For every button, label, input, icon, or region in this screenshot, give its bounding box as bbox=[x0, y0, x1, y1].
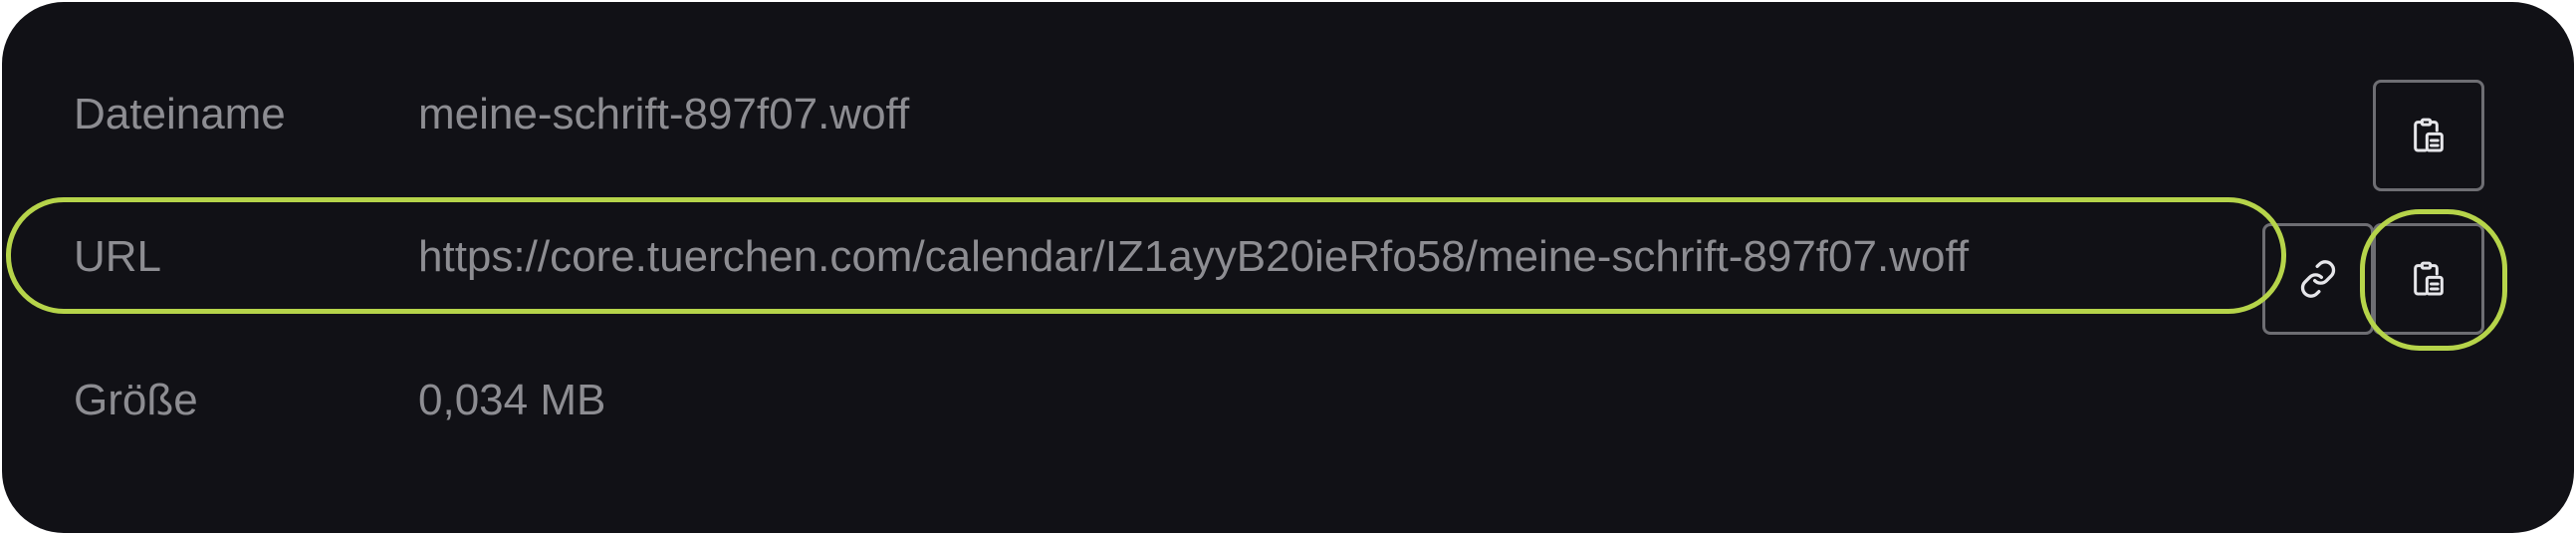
clipboard-copy-icon bbox=[2414, 118, 2444, 152]
filename-row: Dateiname meine-schrift-897f07.woff bbox=[2, 55, 2574, 174]
copy-url-button[interactable] bbox=[2373, 223, 2484, 335]
file-info-panel: Dateiname meine-schrift-897f07.woff URL … bbox=[2, 2, 2574, 533]
size-row: Größe 0,034 MB bbox=[2, 341, 2574, 460]
open-url-button[interactable] bbox=[2262, 223, 2374, 335]
copy-filename-button[interactable] bbox=[2373, 80, 2484, 191]
size-value: 0,034 MB bbox=[418, 376, 606, 424]
filename-label: Dateiname bbox=[74, 90, 286, 138]
filename-value: meine-schrift-897f07.woff bbox=[418, 90, 910, 138]
url-row: URL https://core.tuerchen.com/calendar/I… bbox=[2, 197, 2574, 317]
url-value: https://core.tuerchen.com/calendar/IZ1ay… bbox=[418, 232, 1970, 281]
size-label: Größe bbox=[74, 376, 198, 424]
clipboard-copy-icon bbox=[2414, 261, 2444, 296]
url-label: URL bbox=[74, 232, 162, 281]
link-icon bbox=[2300, 260, 2336, 298]
